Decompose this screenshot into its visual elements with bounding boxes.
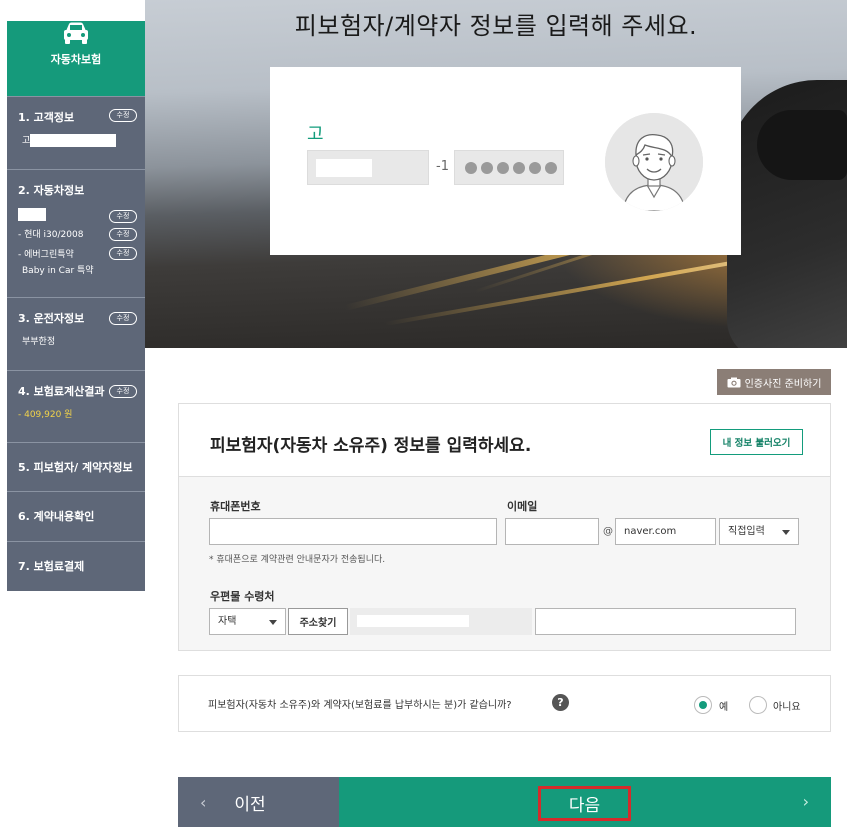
phone-note: * 휴대폰으로 계약관련 안내문자가 전송됩니다. xyxy=(209,555,386,565)
id-number-dash: -1 xyxy=(436,159,449,174)
profile-card: 고 -1 xyxy=(270,67,741,255)
sidebar-step-customer[interactable]: 1. 고객정보 수정 고 xyxy=(7,96,145,169)
radio-no[interactable] xyxy=(749,696,767,714)
prepare-photo-label: 인증사진 준비하기 xyxy=(744,378,822,390)
car-mirror xyxy=(757,110,847,180)
prepare-photo-button[interactable]: 인증사진 준비하기 xyxy=(717,369,831,395)
redacted-block xyxy=(30,134,117,147)
redacted-block xyxy=(357,615,469,627)
email-domain-input[interactable]: naver.com xyxy=(615,518,716,545)
next-button-label: 다음 xyxy=(538,786,631,821)
next-button[interactable]: 다음 › xyxy=(339,777,831,827)
prev-button[interactable]: ‹ 이전 xyxy=(178,777,339,827)
email-domain-select[interactable]: 직접입력 xyxy=(719,518,799,545)
person-avatar-icon xyxy=(605,113,703,211)
same-person-question: 피보험자(자동차 소유주)와 계약자(보험료를 납부하시는 분)가 같습니까? … xyxy=(178,675,831,732)
section-heading: 피보험자(자동차 소유주) 정보를 입력하세요. xyxy=(210,436,532,456)
address-field-readonly xyxy=(350,608,532,635)
edit-button[interactable]: 수정 xyxy=(109,109,137,122)
step-title: 5. 피보험자/ 계약자정보 xyxy=(18,461,133,474)
insured-name: 고 xyxy=(307,124,324,145)
chevron-left-icon: ‹ xyxy=(200,792,207,812)
edit-button[interactable]: 수정 xyxy=(109,385,137,398)
sidebar-brand-label: 자동차보험 xyxy=(50,53,102,66)
email-at: @ xyxy=(603,526,613,537)
car-icon xyxy=(64,22,88,44)
insured-section-header: 피보험자(자동차 소유주) 정보를 입력하세요. 내 정보 불러오기 xyxy=(178,403,831,477)
chevron-down-icon xyxy=(782,530,790,535)
camera-icon xyxy=(727,377,741,387)
address-search-button[interactable]: 주소찾기 xyxy=(288,608,348,635)
step-title: 6. 계약내용확인 xyxy=(18,510,95,523)
radio-yes-label: 예 xyxy=(719,702,729,713)
email-label: 이메일 xyxy=(507,500,538,513)
mask-dot xyxy=(545,161,557,174)
sidebar-step-vehicle[interactable]: 2. 자동차정보 수정 - 현대 i30/2008 수정 - 에버그린특약 수정… xyxy=(7,169,145,297)
id-number-front xyxy=(307,150,429,185)
edit-button[interactable]: 수정 xyxy=(109,228,137,241)
mail-destination-select[interactable]: 자택 xyxy=(209,608,286,635)
email-domain-select-value: 직접입력 xyxy=(728,526,765,537)
radio-yes[interactable] xyxy=(694,696,712,714)
edit-button[interactable]: 수정 xyxy=(109,210,137,223)
redacted-block xyxy=(18,208,46,221)
step-title: 7. 보험료결제 xyxy=(18,560,85,573)
id-number-back-masked xyxy=(454,150,564,185)
sidebar-step-premium[interactable]: 4. 보험료계산결과 수정 - 409,920 원 xyxy=(7,370,145,442)
contact-form: 휴대폰번호 이메일 @ naver.com 직접입력 * 휴대폰으로 계약관련 … xyxy=(178,477,831,651)
mask-dot xyxy=(465,161,477,174)
mask-dot xyxy=(513,161,525,174)
prev-button-label: 이전 xyxy=(234,794,266,815)
mask-dot xyxy=(481,161,493,174)
radio-no-label: 아니요 xyxy=(773,702,801,713)
customer-name: 고 xyxy=(22,136,31,146)
premium-amount: - 409,920 원 xyxy=(18,410,73,420)
step-title: 2. 자동차정보 xyxy=(18,184,85,197)
edit-button[interactable]: 수정 xyxy=(109,247,137,260)
mail-destination-label: 우편물 수령처 xyxy=(210,590,275,603)
question-text: 피보험자(자동차 소유주)와 계약자(보험료를 납부하시는 분)가 같습니까? xyxy=(208,700,512,711)
page: 피보험자/계약자 정보를 입력해 주세요. 고 -1 자동차보험 1. 고객정보… xyxy=(0,0,847,836)
chevron-down-icon xyxy=(269,620,277,625)
redacted-block xyxy=(316,159,372,177)
edit-button[interactable]: 수정 xyxy=(109,312,137,325)
address-detail-input[interactable] xyxy=(535,608,796,635)
email-user-input[interactable] xyxy=(505,518,599,545)
load-my-info-button[interactable]: 내 정보 불러오기 xyxy=(710,429,803,455)
phone-label: 휴대폰번호 xyxy=(210,500,261,513)
mask-dot xyxy=(497,161,509,174)
sidebar-step-contract-review[interactable]: 6. 계약내용확인 xyxy=(7,491,145,541)
mail-destination-select-value: 자택 xyxy=(218,616,237,627)
sidebar-brand: 자동차보험 xyxy=(7,21,145,96)
driver-scope: 부부한정 xyxy=(22,337,56,347)
progress-sidebar: 자동차보험 1. 고객정보 수정 고 2. 자동차정보 수정 - 현대 i30/… xyxy=(7,7,145,591)
sidebar-step-insured-info[interactable]: 5. 피보험자/ 계약자정보 xyxy=(7,442,145,491)
chevron-right-icon: › xyxy=(802,792,809,811)
page-title: 피보험자/계약자 정보를 입력해 주세요. xyxy=(294,12,698,40)
mask-dot xyxy=(529,161,541,174)
sidebar-step-payment[interactable]: 7. 보험료결제 xyxy=(7,541,145,591)
rider-baby-in-car: Baby in Car 특약 xyxy=(22,266,94,276)
phone-input[interactable] xyxy=(209,518,497,545)
help-icon[interactable]: ? xyxy=(552,694,569,711)
sidebar-step-driver[interactable]: 3. 운전자정보 수정 부부한정 xyxy=(7,297,145,370)
avatar xyxy=(605,113,703,211)
